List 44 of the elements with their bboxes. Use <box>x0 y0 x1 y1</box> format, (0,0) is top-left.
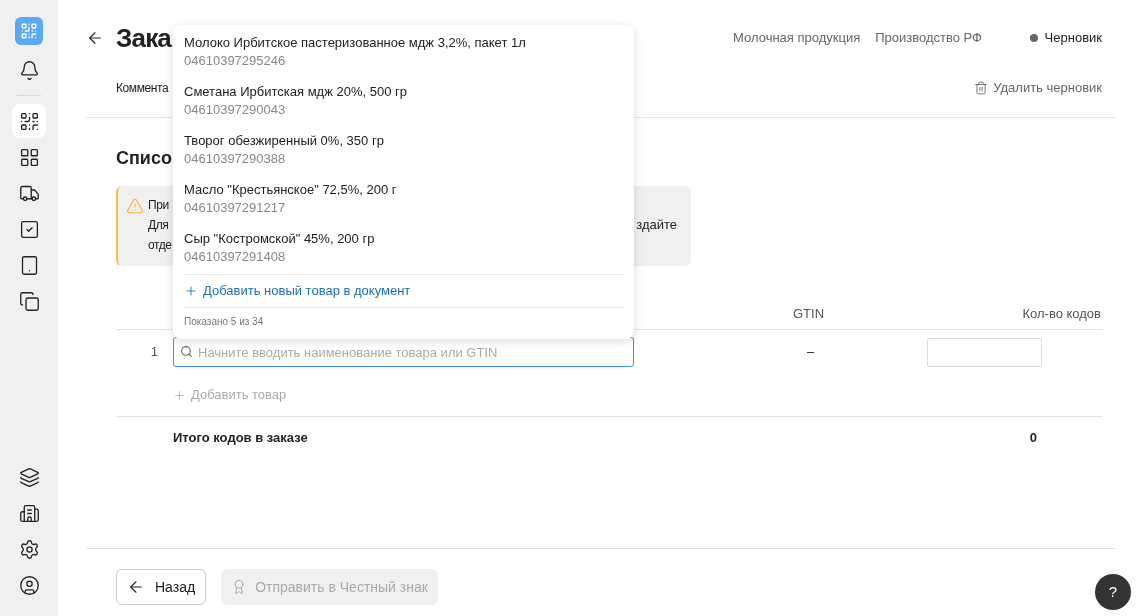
back-arrow-button[interactable] <box>86 29 104 47</box>
plus-icon <box>173 388 186 402</box>
code-count-field[interactable] <box>927 337 1042 367</box>
results-count: Показано 5 из 34 <box>184 315 265 329</box>
stack-icon <box>18 466 40 488</box>
sidebar-item[interactable] <box>12 104 46 138</box>
warning-text: Для <box>148 217 170 234</box>
qr-code-icon <box>18 110 40 132</box>
warning-text: здайте <box>636 216 677 234</box>
comment-label: Коммента <box>116 80 169 97</box>
category-tag: Производство РФ <box>875 28 982 48</box>
status-label: Черновик <box>1044 29 1102 48</box>
warning-text: При <box>148 197 170 214</box>
row-number: 1 <box>149 343 159 362</box>
delete-draft-button[interactable]: Удалить черновик <box>974 78 1102 98</box>
category-tag: Молочная продукция <box>733 28 861 48</box>
plus-icon <box>184 284 198 298</box>
add-new-product-link[interactable]: Добавить новый товар в документ <box>184 275 623 307</box>
product-option[interactable]: Творог обезжиренный 0%, 350 гр 04610397290388 <box>184 131 623 169</box>
building-icon <box>18 502 40 524</box>
product-search-field[interactable]: Начните вводить наименование товара или GTIN <box>173 337 634 367</box>
copy-icon <box>18 290 40 312</box>
help-button[interactable]: ? <box>1095 574 1131 610</box>
checkbox-icon <box>18 218 40 240</box>
product-option[interactable]: Сметана Ирбитская мдж 20%, 500 гр 04610397290043 <box>184 82 623 120</box>
column-header: Кол-во кодов <box>1021 305 1101 324</box>
product-option[interactable]: Молоко Ирбитское пастеризованное мдж 3,2%, пакет 1л 04610397295246 <box>184 33 623 71</box>
gtin-value: – <box>807 343 816 362</box>
grid-icon <box>18 146 40 168</box>
product-option[interactable]: Сыр "Костромской" 45%, 200 гр 04610397291408 <box>184 229 623 267</box>
product-option[interactable]: Масло "Крестьянское" 72,5%, 200 г 04610397291217 <box>184 180 623 218</box>
warning-text: отде <box>148 237 172 254</box>
bell-icon <box>18 59 40 81</box>
search-icon <box>180 345 193 358</box>
back-button[interactable]: Назад <box>116 569 207 605</box>
total-label: Итого кодов в заказе <box>173 429 309 448</box>
user-icon <box>18 574 40 596</box>
page-title: Зака <box>116 21 172 55</box>
total-value: 0 <box>1028 429 1037 448</box>
section-title: Списо <box>116 146 172 170</box>
settings-icon <box>18 538 40 560</box>
column-header: GTIN <box>793 305 826 324</box>
warning-icon <box>126 197 144 215</box>
trash-icon <box>974 81 989 95</box>
